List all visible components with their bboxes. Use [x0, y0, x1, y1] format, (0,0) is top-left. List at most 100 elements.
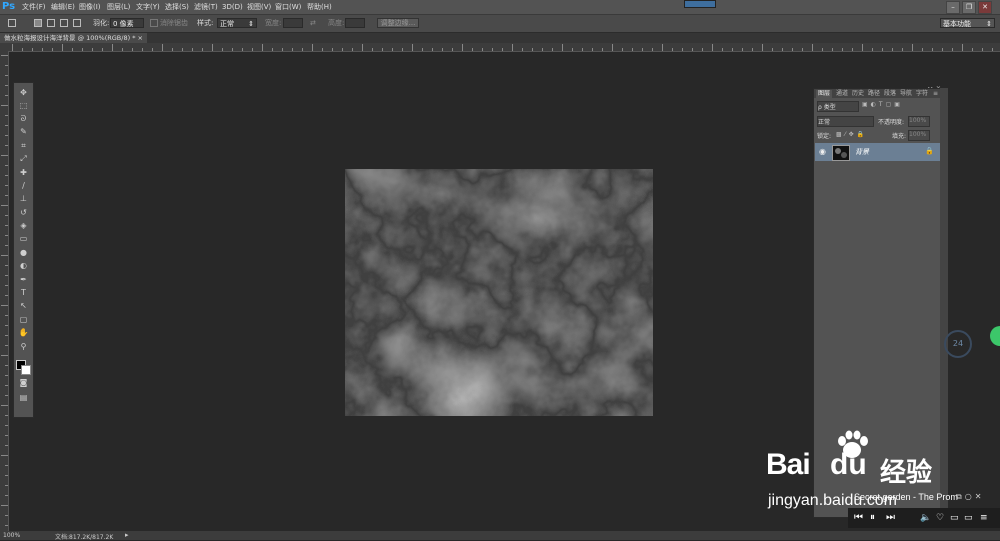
ruler-tick	[1, 355, 8, 356]
float-ball[interactable]	[990, 326, 1000, 346]
menu-layer[interactable]: 图层(L)	[107, 2, 130, 13]
eyedropper-icon[interactable]: ⤢	[17, 153, 30, 164]
previous-icon[interactable]: ⏮	[854, 511, 863, 525]
lock-label: 锁定:	[817, 133, 832, 140]
ruler-horizontal	[8, 43, 1000, 52]
new-selection-icon[interactable]	[34, 19, 42, 27]
background-color-swatch[interactable]	[21, 365, 31, 375]
restore-button[interactable]: ❐	[962, 1, 976, 14]
zoom-level[interactable]: 100%	[3, 532, 20, 539]
speed-widget[interactable]: 24	[944, 330, 972, 358]
workspace-select[interactable]: 基本功能 ⇕	[940, 18, 995, 28]
volume-icon[interactable]: 🔈	[920, 511, 931, 525]
playlist-icon[interactable]: ≡	[980, 511, 988, 525]
menu-edit[interactable]: 编辑(E)	[51, 2, 75, 13]
width-input[interactable]	[283, 18, 303, 28]
opacity-input[interactable]: 100%	[908, 116, 930, 127]
layer-kind-filter[interactable]: ρ 类型	[817, 101, 859, 112]
minimize-button[interactable]: –	[946, 1, 960, 14]
antialias-checkbox[interactable]: 消除锯齿	[150, 18, 188, 29]
add-selection-icon[interactable]	[47, 19, 55, 27]
pause-icon[interactable]: ⏸	[870, 511, 875, 525]
ruler-tick	[22, 48, 23, 51]
lasso-icon[interactable]: ᘐ	[17, 113, 30, 124]
shape-icon[interactable]: ▢	[17, 314, 30, 325]
menu-file[interactable]: 文件(F)	[22, 2, 46, 13]
ruler-tick	[172, 48, 173, 51]
heart-icon[interactable]: ♡	[936, 511, 944, 525]
ruler-tick	[5, 365, 8, 366]
stamp-icon[interactable]: ⊥	[17, 193, 30, 204]
intersect-selection-icon[interactable]	[73, 19, 81, 27]
quick-select-icon[interactable]: ✎	[17, 126, 30, 137]
tab-layers[interactable]: 图层	[816, 90, 833, 98]
tab-character[interactable]: 字符	[916, 90, 928, 98]
ruler-tick	[5, 445, 8, 446]
ruler-tick	[712, 44, 713, 51]
next-icon[interactable]: ⏭	[886, 511, 895, 525]
type-icon[interactable]: T	[17, 287, 30, 298]
menu-view[interactable]: 视图(V)	[247, 2, 271, 13]
dodge-icon[interactable]: ◐	[17, 260, 30, 271]
close-tab-icon[interactable]: ×	[138, 34, 143, 42]
lock-icons[interactable]: ▩⁄✥🔒	[836, 131, 867, 138]
zoom-icon[interactable]: ⚲	[17, 341, 30, 352]
subtract-selection-icon[interactable]	[60, 19, 68, 27]
ruler-tick	[5, 185, 8, 186]
document-tab[interactable]: 做水粒海报设计海洋背景 @ 100%(RGB/8) * ×	[0, 33, 147, 43]
menu-type[interactable]: 文字(Y)	[136, 2, 160, 13]
close-button[interactable]: ✕	[978, 1, 992, 14]
menu-3d[interactable]: 3D(D)	[222, 2, 243, 13]
layer-row[interactable]: ◉ 背景 🔒	[815, 143, 940, 161]
menu-image[interactable]: 图像(I)	[79, 2, 101, 13]
fill-input[interactable]: 100%	[908, 130, 930, 141]
layer-name[interactable]: 背景	[855, 147, 869, 157]
marquee-preset-icon[interactable]	[8, 19, 16, 27]
ruler-tick	[5, 225, 8, 226]
menu-window[interactable]: 窗口(W)	[275, 2, 301, 13]
refine-edge-button[interactable]: 调整边缘...	[377, 18, 419, 28]
panel-menu-icon[interactable]: ≡	[933, 90, 938, 98]
marquee-icon[interactable]: ⬚	[17, 100, 30, 111]
eye-icon[interactable]: ◉	[819, 147, 826, 156]
quick-mask-icon[interactable]: ◙	[17, 377, 30, 388]
menu-filter[interactable]: 滤镜(T)	[194, 2, 218, 13]
tab-paths[interactable]: 路径	[868, 90, 880, 98]
menu-select[interactable]: 选择(S)	[165, 2, 189, 13]
feather-label: 羽化:	[93, 19, 110, 27]
feather-input[interactable]: 0 像素	[110, 18, 144, 28]
history-brush-icon[interactable]: ↺	[17, 207, 30, 218]
healing-icon[interactable]: ✚	[17, 167, 30, 178]
blur-icon[interactable]: ●	[17, 247, 30, 258]
height-input[interactable]	[345, 18, 365, 28]
style-select[interactable]: 正常 ⇕	[217, 18, 257, 28]
gradient-icon[interactable]: ▭	[17, 233, 30, 244]
tab-navigator[interactable]: 导航	[900, 90, 912, 98]
lyrics-icon[interactable]: ▭	[950, 511, 959, 525]
move-icon[interactable]: ✥	[17, 87, 30, 98]
document-canvas[interactable]	[345, 169, 653, 416]
screen-mode-icon[interactable]: ▤	[17, 392, 30, 403]
menu-help[interactable]: 帮助(H)	[307, 2, 332, 13]
filter-icons[interactable]: ▣◐T▢▣	[862, 101, 903, 108]
tab-channels[interactable]: 通道	[836, 90, 848, 98]
blend-mode-select[interactable]: 正常	[817, 116, 874, 127]
arrange-widget[interactable]	[684, 0, 716, 8]
swap-icon[interactable]: ⇄	[310, 18, 316, 29]
eraser-icon[interactable]: ◈	[17, 220, 30, 231]
jingyan-logo: 经验	[880, 458, 933, 488]
pen-icon[interactable]: ✒	[17, 274, 30, 285]
ruler-tick	[782, 48, 783, 51]
screen-icon[interactable]: ▭	[964, 511, 973, 525]
tab-paragraph[interactable]: 段落	[884, 90, 896, 98]
ruler-tick	[252, 48, 253, 51]
player-window-controls[interactable]: ⧉○✕	[956, 492, 984, 502]
status-arrow-icon[interactable]: ▸	[125, 531, 129, 539]
hand-icon[interactable]: ✋	[17, 327, 30, 338]
ruler-origin[interactable]	[0, 43, 8, 51]
tab-history[interactable]: 历史	[852, 90, 864, 98]
path-select-icon[interactable]: ↖	[17, 300, 30, 311]
brush-icon[interactable]: ∕	[17, 180, 30, 191]
crop-icon[interactable]: ⌗	[17, 140, 30, 151]
ruler-tick	[5, 465, 8, 466]
